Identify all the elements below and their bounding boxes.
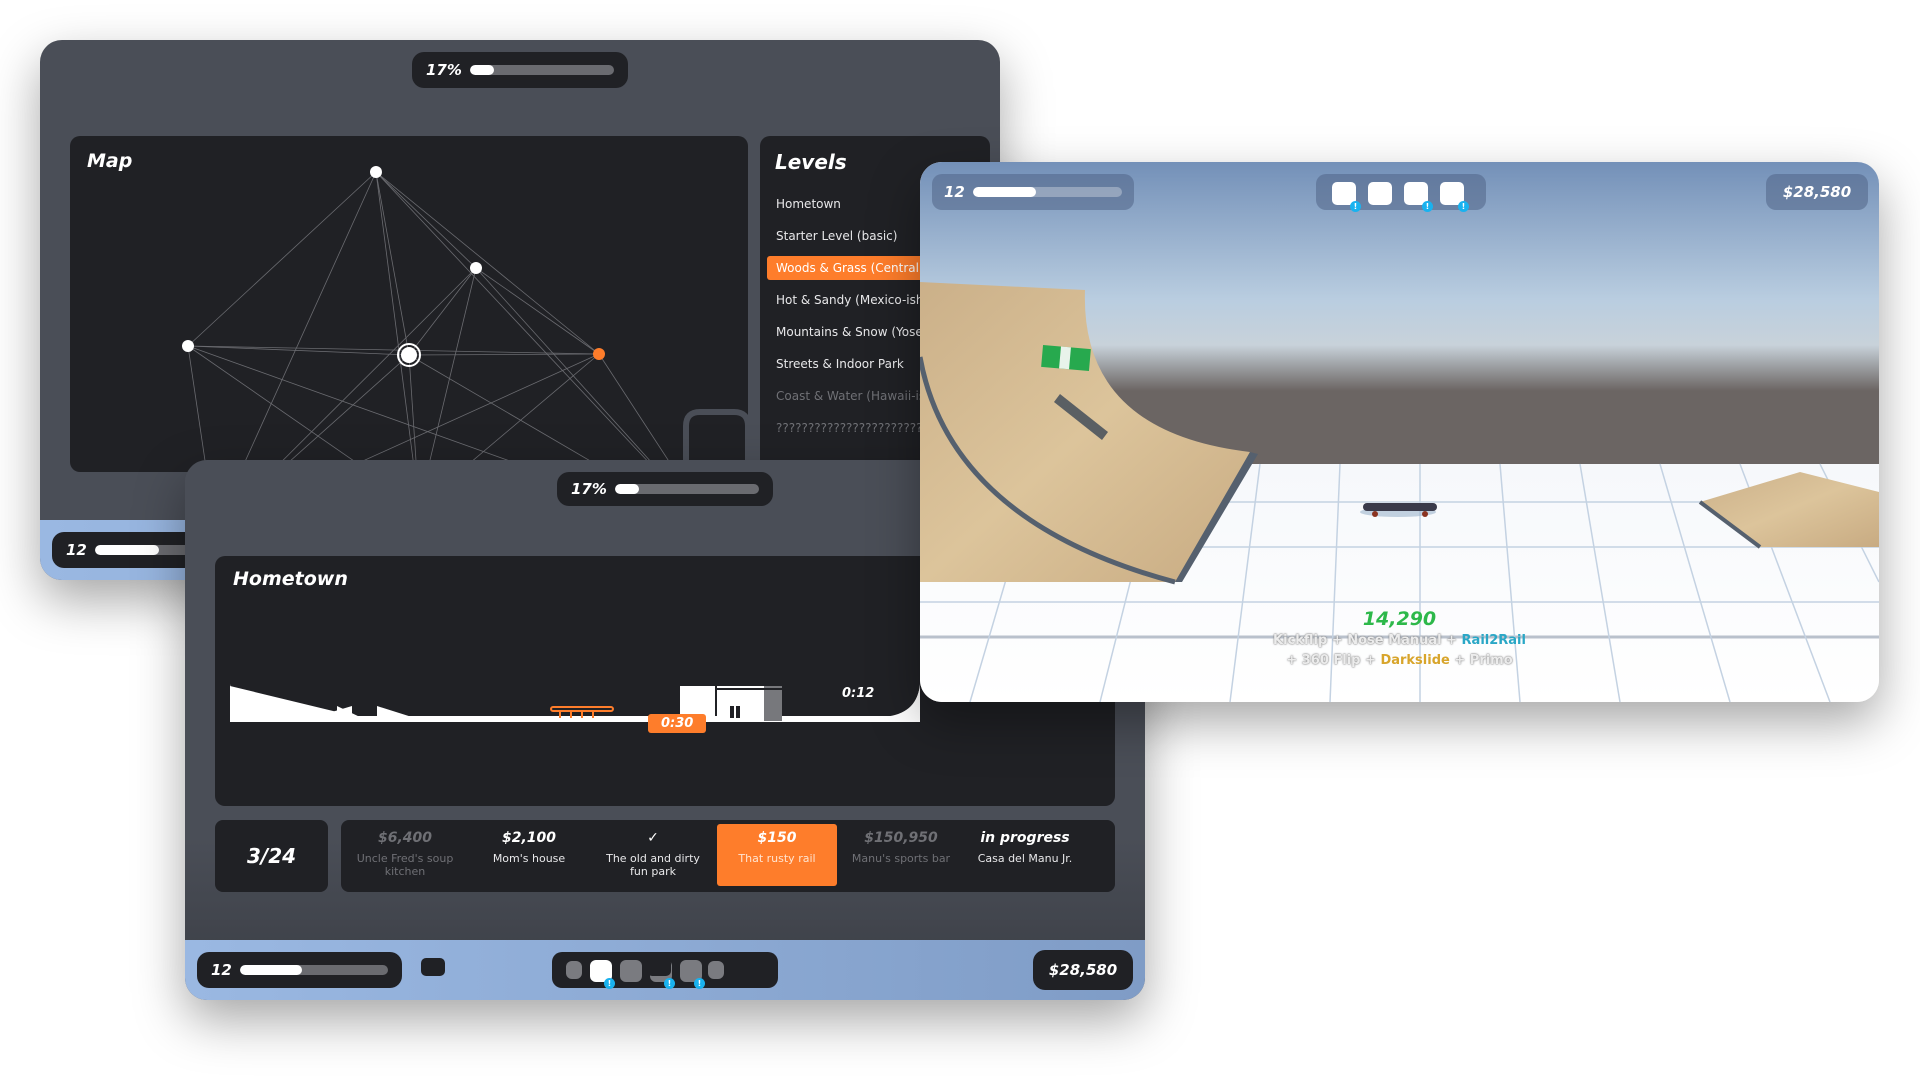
bottom-bar: 12 !!! $28,580 xyxy=(185,940,1145,1000)
spot-value: $2,100 xyxy=(501,830,557,846)
xp-bar xyxy=(972,187,1122,197)
map-path xyxy=(277,354,410,472)
spot-count: 3/24 xyxy=(215,820,328,892)
alert-icon: ! xyxy=(664,978,675,989)
map-path xyxy=(475,267,600,355)
spot-item[interactable]: $2,100 Mom's house xyxy=(469,824,589,886)
spot-name: That rusty rail xyxy=(738,852,816,865)
spot-name: Casa del Manu Jr. xyxy=(977,852,1073,865)
map-path xyxy=(187,345,208,472)
player-level-number: 12 xyxy=(944,183,965,201)
spot-value: ✓ xyxy=(647,830,659,846)
spot-item[interactable]: $150,950 Manu's sports bar xyxy=(841,824,961,886)
xp-bar-fill xyxy=(94,545,160,555)
spot-name: S xyxy=(1089,852,1115,865)
spot-name: Mom's house xyxy=(492,852,566,865)
board-slot[interactable] xyxy=(1368,182,1392,205)
game-window: 12 !!! $28,580 14,290 Kickflip + Nose Ma… xyxy=(920,162,1879,702)
spot-name: Uncle Fred's soup kitchen xyxy=(356,852,454,878)
alert-icon: ! xyxy=(1422,201,1433,212)
trick-text: + Primo xyxy=(1449,653,1513,668)
xp-bar-fill xyxy=(972,187,1036,197)
map-node-current[interactable] xyxy=(397,343,421,367)
trick-highlight: Darkslide xyxy=(1380,653,1450,668)
map-path xyxy=(187,345,371,472)
map-path xyxy=(408,354,610,472)
map-path xyxy=(375,171,416,472)
board-slot[interactable] xyxy=(620,960,642,982)
spot-item[interactable]: ✓ The old and dirty fun park xyxy=(593,824,713,886)
xp-bar-fill xyxy=(239,965,303,975)
map-path xyxy=(239,171,377,472)
spot-value: $150,950 xyxy=(864,830,938,846)
completion-label: 17% xyxy=(571,480,607,498)
skateboard[interactable] xyxy=(1360,503,1437,517)
building-obstacle[interactable] xyxy=(717,686,782,721)
spot-value: $ xyxy=(1089,830,1115,848)
level-title: Hometown xyxy=(233,568,348,590)
building-timer[interactable]: 0:12 xyxy=(842,686,874,701)
board-slot[interactable] xyxy=(708,961,724,979)
map-node-selected[interactable] xyxy=(593,348,605,360)
spots-strip[interactable]: $6,400 Uncle Fred's soup kitchen $2,100 Mom… xyxy=(341,820,1115,892)
trick-text: + 360 Flip + xyxy=(1286,653,1381,668)
map-path xyxy=(475,267,661,472)
map-path xyxy=(187,345,600,355)
floor-line xyxy=(230,716,920,722)
alert-icon: ! xyxy=(604,978,615,989)
spot-item[interactable]: $150 That rusty rail xyxy=(717,824,837,886)
spot-item[interactable]: in progress Casa del Manu Jr. xyxy=(965,824,1085,886)
combo-tricks-line-1: Kickflip + Nose Manual + Rail2Rail xyxy=(920,633,1879,648)
spot-name: Manu's sports bar xyxy=(851,852,951,865)
spot-value: in progress xyxy=(980,830,1070,846)
map-path xyxy=(426,267,477,472)
xp-bar xyxy=(239,965,388,975)
map-path xyxy=(187,345,410,356)
completion-progress: 17% xyxy=(557,472,773,506)
map-path xyxy=(375,171,600,355)
map-path xyxy=(187,171,377,347)
spot-name: The old and dirty fun park xyxy=(606,852,700,878)
alert-icon: ! xyxy=(694,978,705,989)
levels-title: Levels xyxy=(775,150,847,174)
trick-highlight: Rail2Rail xyxy=(1461,633,1526,648)
map-panel: Map xyxy=(70,136,748,472)
map-node-unlocked[interactable] xyxy=(182,340,194,352)
completion-bar xyxy=(614,484,759,494)
board-slot[interactable] xyxy=(566,961,582,979)
alert-icon: ! xyxy=(1458,201,1469,212)
map-node-unlocked[interactable] xyxy=(470,262,482,274)
combo-tricks-line-2: + 360 Flip + Darkslide + Primo xyxy=(920,653,1879,668)
combo-score: 14,290 xyxy=(1362,608,1437,630)
map-graph[interactable] xyxy=(70,136,748,472)
money-display: $28,580 xyxy=(1033,950,1133,990)
spot-item[interactable]: $6,400 Uncle Fred's soup kitchen xyxy=(345,824,465,886)
map-node-unlocked[interactable] xyxy=(370,166,382,178)
prev-slot-button[interactable] xyxy=(421,958,445,976)
player-level: 12 xyxy=(197,952,402,988)
spot-value: $6,400 xyxy=(377,830,433,846)
player-level: 12 xyxy=(932,174,1134,210)
alert-icon: ! xyxy=(1350,201,1361,212)
completion-label: 17% xyxy=(426,61,462,79)
board-slots: !!! xyxy=(1316,174,1486,212)
money-display: $28,580 xyxy=(1766,174,1868,210)
map-path xyxy=(408,354,418,472)
sticker-stripe xyxy=(1059,346,1071,370)
spot-value: $150 xyxy=(757,830,797,846)
player-level-number: 12 xyxy=(211,961,232,979)
completion-bar xyxy=(469,65,614,75)
map-path xyxy=(375,171,659,472)
spot-item[interactable]: $S xyxy=(1089,824,1115,886)
completion-bar-fill xyxy=(469,65,495,75)
trick-text: Kickflip + Nose Manual + xyxy=(1273,633,1462,648)
map-path xyxy=(408,353,600,356)
rail-timer[interactable]: 0:30 xyxy=(648,714,707,733)
completion-progress: 17% xyxy=(412,52,628,88)
completion-bar-fill xyxy=(614,484,640,494)
next-slot-button[interactable] xyxy=(647,958,671,976)
map-title: Map xyxy=(87,150,133,172)
player-level-number: 12 xyxy=(66,541,87,559)
